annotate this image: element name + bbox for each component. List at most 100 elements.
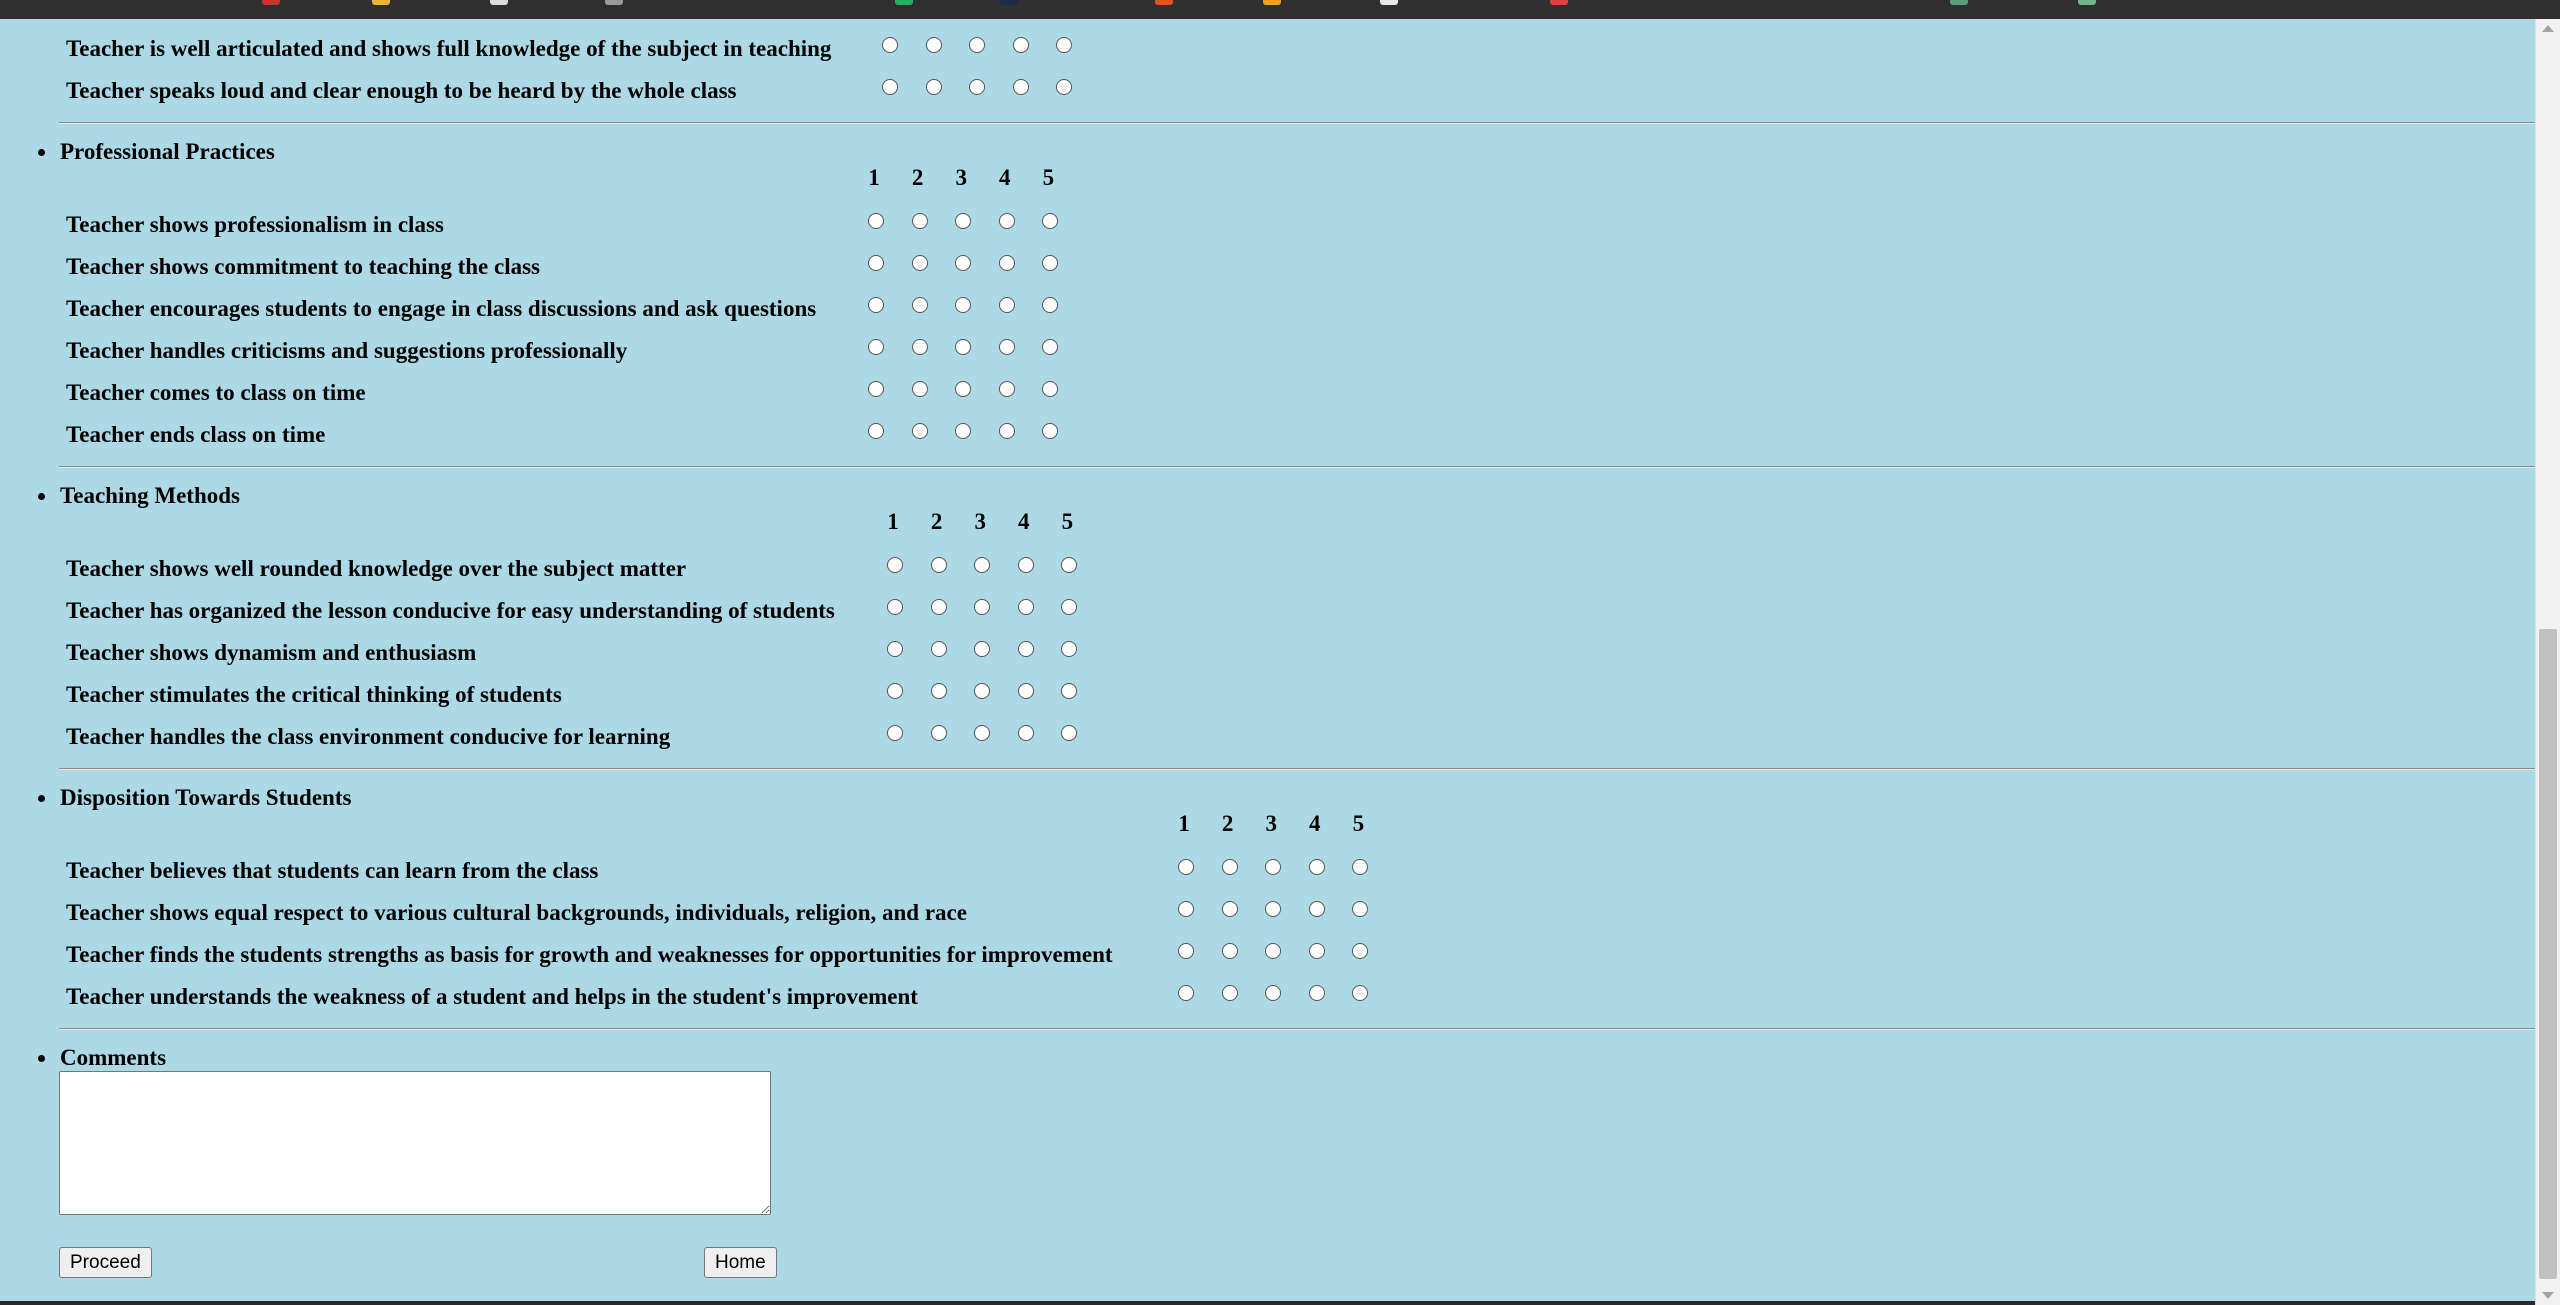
rating-radio-1[interactable] [1178,859,1194,875]
rating-radio-2[interactable] [1221,985,1238,1001]
rating-radio-1[interactable] [868,255,884,271]
rating-radio-4[interactable] [1017,725,1034,741]
rating-radio-3[interactable] [1265,943,1282,959]
rating-radio-4[interactable] [1308,985,1325,1001]
rating-radio-5[interactable] [1042,255,1059,271]
rating-radio-2[interactable] [930,557,947,573]
rating-radio-1[interactable] [1178,901,1194,917]
rating-radio-2[interactable] [911,423,928,439]
rating-radio-3[interactable] [1265,901,1282,917]
rating-radio-5[interactable] [1042,381,1059,397]
rating-radio-1[interactable] [882,79,898,95]
rating-radio-1[interactable] [1178,985,1194,1001]
rating-radio-4[interactable] [998,339,1015,355]
rating-radio-3[interactable] [974,641,991,657]
rating-radio-4[interactable] [1017,599,1034,615]
rating-radio-3[interactable] [955,423,972,439]
rating-radio-2[interactable] [1221,943,1238,959]
scroll-down-arrow-icon[interactable] [2542,1292,2554,1299]
rating-radio-2[interactable] [911,339,928,355]
rating-radio-2[interactable] [1221,901,1238,917]
rating-radio-1[interactable] [868,213,884,229]
rating-radio-3[interactable] [955,297,972,313]
rating-radio-1[interactable] [868,339,884,355]
rating-radio-2[interactable] [925,37,942,53]
rating-radio-4[interactable] [1308,943,1325,959]
rating-radio-4[interactable] [998,423,1015,439]
rating-radio-3[interactable] [955,255,972,271]
rating-radio-5[interactable] [1061,725,1078,741]
rating-radio-2[interactable] [930,641,947,657]
rating-radio-4[interactable] [1308,901,1325,917]
rating-radio-3[interactable] [1265,859,1282,875]
scrollbar-thumb[interactable] [2539,629,2557,1279]
rating-radio-3[interactable] [974,599,991,615]
rating-radio-5[interactable] [1042,297,1059,313]
rating-radio-2[interactable] [911,297,928,313]
rating-radio-4[interactable] [1017,557,1034,573]
rating-radio-2[interactable] [911,255,928,271]
rating-radio-1[interactable] [868,297,884,313]
rating-radio-2[interactable] [930,599,947,615]
rating-radio-5[interactable] [1352,901,1369,917]
rating-radio-3[interactable] [955,339,972,355]
vertical-scrollbar[interactable] [2535,19,2560,1305]
rating-radio-5[interactable] [1042,339,1059,355]
rating-radio-2[interactable] [930,725,947,741]
rating-radio-5[interactable] [1061,557,1078,573]
rating-radio-3[interactable] [969,79,986,95]
rating-radio-5[interactable] [1042,423,1059,439]
bookmark-icon[interactable] [262,0,280,5]
bookmark-icon[interactable] [895,0,913,5]
rating-radio-3[interactable] [974,725,991,741]
rating-radio-3[interactable] [1265,985,1282,1001]
rating-radio-1[interactable] [882,37,898,53]
home-button[interactable]: Home [704,1247,777,1278]
rating-radio-5[interactable] [1056,79,1073,95]
rating-radio-5[interactable] [1056,37,1073,53]
rating-radio-5[interactable] [1061,683,1078,699]
bookmark-icon[interactable] [1380,0,1398,5]
rating-radio-5[interactable] [1352,943,1369,959]
rating-radio-4[interactable] [1012,79,1029,95]
rating-radio-2[interactable] [925,79,942,95]
scroll-up-arrow-icon[interactable] [2542,25,2554,32]
bookmark-icon[interactable] [1950,0,1968,5]
rating-radio-4[interactable] [998,213,1015,229]
bookmark-icon[interactable] [1155,0,1173,5]
rating-radio-4[interactable] [1012,37,1029,53]
comments-textarea[interactable] [59,1071,771,1215]
rating-radio-5[interactable] [1061,641,1078,657]
rating-radio-3[interactable] [974,557,991,573]
rating-radio-2[interactable] [911,381,928,397]
rating-radio-2[interactable] [911,213,928,229]
rating-radio-5[interactable] [1352,985,1369,1001]
rating-radio-2[interactable] [930,683,947,699]
rating-radio-1[interactable] [887,683,903,699]
rating-radio-3[interactable] [955,381,972,397]
bookmark-icon[interactable] [1263,0,1281,5]
bookmark-icon[interactable] [605,0,623,5]
rating-radio-1[interactable] [868,381,884,397]
bookmark-icon[interactable] [1000,0,1018,5]
rating-radio-5[interactable] [1042,213,1059,229]
rating-radio-1[interactable] [887,599,903,615]
rating-radio-1[interactable] [887,557,903,573]
rating-radio-1[interactable] [1178,943,1194,959]
bookmark-icon[interactable] [490,0,508,5]
proceed-button[interactable]: Proceed [59,1247,152,1278]
rating-radio-1[interactable] [868,423,884,439]
bookmark-icon[interactable] [1550,0,1568,5]
rating-radio-2[interactable] [1221,859,1238,875]
rating-radio-4[interactable] [1308,859,1325,875]
rating-radio-5[interactable] [1061,599,1078,615]
rating-radio-4[interactable] [998,381,1015,397]
rating-radio-5[interactable] [1352,859,1369,875]
rating-radio-1[interactable] [887,641,903,657]
rating-radio-3[interactable] [974,683,991,699]
rating-radio-4[interactable] [998,297,1015,313]
bookmark-icon[interactable] [372,0,390,5]
bookmark-icon[interactable] [2078,0,2096,5]
rating-radio-4[interactable] [1017,683,1034,699]
rating-radio-1[interactable] [887,725,903,741]
